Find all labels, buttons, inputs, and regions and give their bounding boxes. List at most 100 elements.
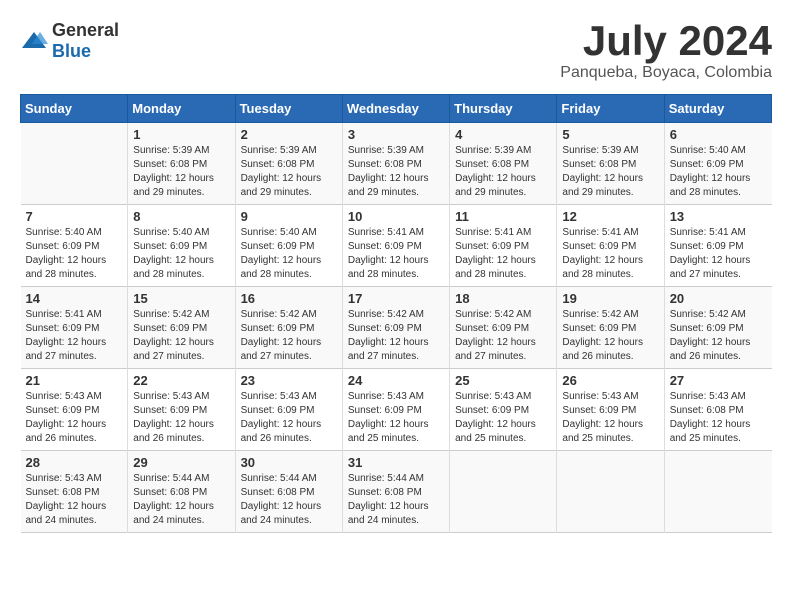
calendar-cell: 23 Sunrise: 5:43 AM Sunset: 6:09 PM Dayli…	[235, 369, 342, 451]
logo: General Blue	[20, 20, 119, 62]
calendar-cell: 10Sunrise: 5:41 AM Sunset: 6:09 PM Dayli…	[342, 205, 449, 287]
calendar-cell: 12Sunrise: 5:41 AM Sunset: 6:09 PM Dayli…	[557, 205, 664, 287]
cell-info: Sunrise: 5:42 AM Sunset: 6:09 PM Dayligh…	[133, 308, 229, 364]
day-number: 15	[133, 291, 229, 306]
calendar-cell: 25 Sunrise: 5:43 AM Sunset: 6:09 PM Dayli…	[450, 369, 557, 451]
cell-info: Sunrise: 5:43 AM Sunset: 6:09 PM Dayligh…	[562, 390, 658, 446]
day-number: 1	[133, 127, 229, 142]
week-row-3: 14 Sunrise: 5:41 AM Sunset: 6:09 PM Dayli…	[21, 287, 772, 369]
calendar-cell: 5Sunrise: 5:39 AM Sunset: 6:08 PM Daylig…	[557, 123, 664, 205]
cell-info: Sunrise: 5:41 AM Sunset: 6:09 PM Dayligh…	[455, 226, 551, 282]
calendar-cell	[557, 451, 664, 533]
day-number: 22	[133, 373, 229, 388]
calendar-cell: 16 Sunrise: 5:42 AM Sunset: 6:09 PM Dayli…	[235, 287, 342, 369]
day-number: 29	[133, 455, 229, 470]
header: General Blue July 2024 Panqueba, Boyaca,…	[20, 20, 772, 82]
day-number: 10	[348, 209, 444, 224]
day-number: 4	[455, 127, 551, 142]
week-row-5: 28 Sunrise: 5:43 AM Sunset: 6:08 PM Dayli…	[21, 451, 772, 533]
header-row: Sunday Monday Tuesday Wednesday Thursday…	[21, 95, 772, 123]
day-number: 23	[241, 373, 337, 388]
day-number: 16	[241, 291, 337, 306]
cell-info: Sunrise: 5:40 AM Sunset: 6:09 PM Dayligh…	[26, 226, 123, 282]
cell-info: Sunrise: 5:44 AM Sunset: 6:08 PM Dayligh…	[133, 472, 229, 528]
day-number: 21	[26, 373, 123, 388]
day-number: 13	[670, 209, 767, 224]
cell-info: Sunrise: 5:43 AM Sunset: 6:08 PM Dayligh…	[670, 390, 767, 446]
calendar-cell: 20 Sunrise: 5:42 AM Sunset: 6:09 PM Dayli…	[664, 287, 771, 369]
logo-icon	[20, 30, 48, 52]
day-number: 31	[348, 455, 444, 470]
header-sunday: Sunday	[21, 95, 128, 123]
header-monday: Monday	[128, 95, 235, 123]
calendar-cell: 28 Sunrise: 5:43 AM Sunset: 6:08 PM Dayli…	[21, 451, 128, 533]
header-tuesday: Tuesday	[235, 95, 342, 123]
calendar-cell: 6 Sunrise: 5:40 AM Sunset: 6:09 PM Daylig…	[664, 123, 771, 205]
cell-info: Sunrise: 5:44 AM Sunset: 6:08 PM Dayligh…	[348, 472, 444, 528]
calendar-body: 1 Sunrise: 5:39 AM Sunset: 6:08 PM Daylig…	[21, 123, 772, 533]
cell-info: Sunrise: 5:40 AM Sunset: 6:09 PM Dayligh…	[133, 226, 229, 282]
cell-info: Sunrise: 5:41 AM Sunset: 6:09 PM Dayligh…	[26, 308, 123, 364]
cell-info: Sunrise: 5:40 AM Sunset: 6:09 PM Dayligh…	[241, 226, 337, 282]
cell-info: Sunrise: 5:39 AM Sunset: 6:08 PM Dayligh…	[133, 144, 229, 200]
calendar-cell: 27 Sunrise: 5:43 AM Sunset: 6:08 PM Dayli…	[664, 369, 771, 451]
cell-info: Sunrise: 5:42 AM Sunset: 6:09 PM Dayligh…	[455, 308, 551, 364]
calendar-cell: 31 Sunrise: 5:44 AM Sunset: 6:08 PM Dayli…	[342, 451, 449, 533]
cell-info: Sunrise: 5:39 AM Sunset: 6:08 PM Dayligh…	[348, 144, 444, 200]
cell-info: Sunrise: 5:43 AM Sunset: 6:09 PM Dayligh…	[455, 390, 551, 446]
week-row-2: 7 Sunrise: 5:40 AM Sunset: 6:09 PM Daylig…	[21, 205, 772, 287]
calendar-cell: 30Sunrise: 5:44 AM Sunset: 6:08 PM Dayli…	[235, 451, 342, 533]
day-number: 27	[670, 373, 767, 388]
location-title: Panqueba, Boyaca, Colombia	[560, 64, 772, 82]
cell-info: Sunrise: 5:42 AM Sunset: 6:09 PM Dayligh…	[670, 308, 767, 364]
cell-info: Sunrise: 5:43 AM Sunset: 6:09 PM Dayligh…	[241, 390, 337, 446]
calendar-cell: 2 Sunrise: 5:39 AM Sunset: 6:08 PM Daylig…	[235, 123, 342, 205]
day-number: 25	[455, 373, 551, 388]
day-number: 30	[241, 455, 337, 470]
calendar-cell: 24Sunrise: 5:43 AM Sunset: 6:09 PM Dayli…	[342, 369, 449, 451]
day-number: 9	[241, 209, 337, 224]
cell-info: Sunrise: 5:42 AM Sunset: 6:09 PM Dayligh…	[562, 308, 658, 364]
day-number: 5	[562, 127, 658, 142]
title-section: July 2024 Panqueba, Boyaca, Colombia	[560, 20, 772, 82]
day-number: 8	[133, 209, 229, 224]
header-friday: Friday	[557, 95, 664, 123]
header-wednesday: Wednesday	[342, 95, 449, 123]
calendar-cell: 21 Sunrise: 5:43 AM Sunset: 6:09 PM Dayli…	[21, 369, 128, 451]
day-number: 2	[241, 127, 337, 142]
cell-info: Sunrise: 5:43 AM Sunset: 6:08 PM Dayligh…	[26, 472, 123, 528]
day-number: 6	[670, 127, 767, 142]
day-number: 20	[670, 291, 767, 306]
calendar-cell	[664, 451, 771, 533]
calendar-header: Sunday Monday Tuesday Wednesday Thursday…	[21, 95, 772, 123]
logo-general: General	[52, 20, 119, 40]
day-number: 19	[562, 291, 658, 306]
day-number: 7	[26, 209, 123, 224]
month-title: July 2024	[560, 20, 772, 62]
day-number: 24	[348, 373, 444, 388]
calendar-cell: 15 Sunrise: 5:42 AM Sunset: 6:09 PM Dayli…	[128, 287, 235, 369]
cell-info: Sunrise: 5:40 AM Sunset: 6:09 PM Dayligh…	[670, 144, 767, 200]
cell-info: Sunrise: 5:43 AM Sunset: 6:09 PM Dayligh…	[26, 390, 123, 446]
day-number: 14	[26, 291, 123, 306]
calendar-cell: 3 Sunrise: 5:39 AM Sunset: 6:08 PM Daylig…	[342, 123, 449, 205]
cell-info: Sunrise: 5:39 AM Sunset: 6:08 PM Dayligh…	[455, 144, 551, 200]
week-row-1: 1 Sunrise: 5:39 AM Sunset: 6:08 PM Daylig…	[21, 123, 772, 205]
calendar-table: Sunday Monday Tuesday Wednesday Thursday…	[20, 94, 772, 533]
day-number: 3	[348, 127, 444, 142]
calendar-cell: 11Sunrise: 5:41 AM Sunset: 6:09 PM Dayli…	[450, 205, 557, 287]
cell-info: Sunrise: 5:43 AM Sunset: 6:09 PM Dayligh…	[133, 390, 229, 446]
day-number: 28	[26, 455, 123, 470]
calendar-cell: 1 Sunrise: 5:39 AM Sunset: 6:08 PM Daylig…	[128, 123, 235, 205]
cell-info: Sunrise: 5:39 AM Sunset: 6:08 PM Dayligh…	[241, 144, 337, 200]
day-number: 18	[455, 291, 551, 306]
logo-blue: Blue	[52, 41, 91, 61]
calendar-cell: 18 Sunrise: 5:42 AM Sunset: 6:09 PM Dayli…	[450, 287, 557, 369]
logo-text: General Blue	[52, 20, 119, 62]
calendar-cell: 19 Sunrise: 5:42 AM Sunset: 6:09 PM Dayli…	[557, 287, 664, 369]
header-saturday: Saturday	[664, 95, 771, 123]
calendar-cell: 8 Sunrise: 5:40 AM Sunset: 6:09 PM Daylig…	[128, 205, 235, 287]
day-number: 17	[348, 291, 444, 306]
calendar-cell: 14 Sunrise: 5:41 AM Sunset: 6:09 PM Dayli…	[21, 287, 128, 369]
cell-info: Sunrise: 5:42 AM Sunset: 6:09 PM Dayligh…	[241, 308, 337, 364]
